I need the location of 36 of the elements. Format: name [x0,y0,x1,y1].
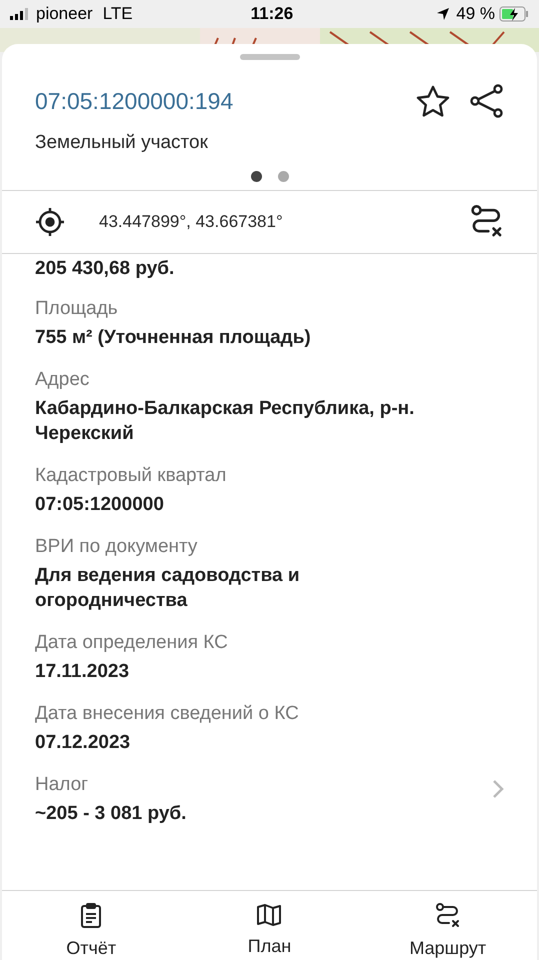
locate-icon[interactable] [35,207,65,237]
field-value: 07.12.2023 [35,731,132,755]
route-icon [470,205,504,239]
tab-button[interactable]: Отчёт [2,891,180,960]
tab-button[interactable]: План [180,891,359,960]
field-label: Адрес [35,368,90,392]
field-label: ВРИ по документу [35,535,198,559]
signal-icon [10,8,30,20]
field-value: 205 430,68 руб. [35,257,174,281]
star-icon[interactable] [416,85,450,118]
battery-icon [499,6,529,22]
tab-button[interactable]: Маршрут [358,891,537,960]
map-icon [256,903,282,927]
clipboard-icon [79,903,104,929]
field-value: 755 м² (Уточненная площадь) [35,326,311,350]
network-type: LTE [102,3,133,26]
carrier-name: pioneer [36,3,93,26]
field-value: 17.11.2023 [35,660,130,684]
field-value: Для ведения садоводства и огородничества [35,564,301,613]
field-value: 07:05:1200000 [35,493,165,517]
share-icon[interactable] [470,84,504,118]
field-label: Кадастровый квартал [35,464,226,488]
field-label: Дата определения КС [35,631,228,655]
clock: 11:26 [250,3,294,26]
drag-handle[interactable] [240,54,300,60]
route-icon [434,903,461,929]
battery-percent: 49 % [456,3,495,26]
coordinates: 43.447899°, 43.667381° [99,211,283,234]
field-label: Налог [35,773,90,797]
location-arrow-icon [436,7,450,21]
cadastral-number: 07:05:1200000:194 [35,87,234,116]
field-label: Площадь [35,297,119,321]
field-value: ~205 - 3 081 руб. [35,802,186,826]
field-label: Дата внесения сведений о КС [35,702,299,726]
field-value: Кабардино-Балкарская Республика, р-н. Черекский [35,397,416,446]
object-type: Земельный участок [34,130,209,154]
